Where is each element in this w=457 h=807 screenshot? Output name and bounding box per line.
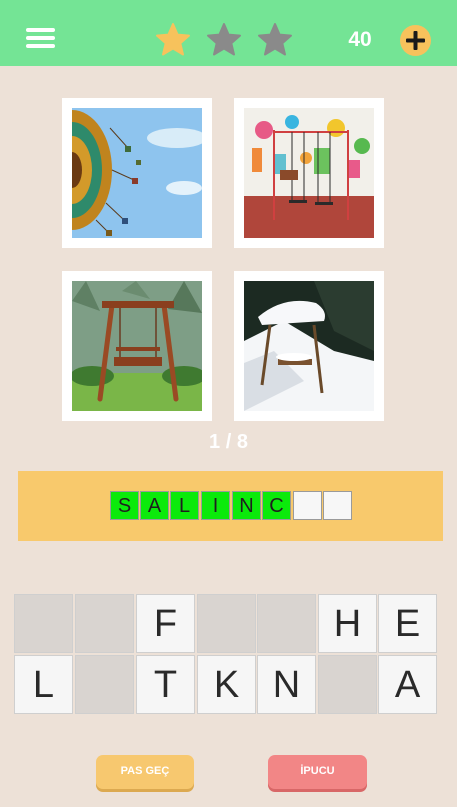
answer-slot-empty[interactable]	[323, 491, 352, 520]
playground-swing-image	[244, 108, 374, 238]
letter-tile[interactable]: A	[378, 655, 437, 714]
letter-tile-used	[75, 655, 134, 714]
answer-slot[interactable]: I	[201, 491, 230, 520]
coin-count: 40	[348, 28, 372, 51]
level-progress: 1 / 8	[209, 431, 248, 453]
answer-slot[interactable]: C	[262, 491, 291, 520]
letter-tile-used	[75, 594, 134, 653]
letter-tile[interactable]: H	[318, 594, 377, 653]
puzzle-image-carousel	[62, 98, 212, 248]
answer-slot-empty[interactable]	[293, 491, 322, 520]
letter-tile-used	[257, 594, 316, 653]
letter-tile[interactable]: T	[136, 655, 195, 714]
puzzle-image-playground-swing	[234, 98, 384, 248]
letter-tile-used	[197, 594, 256, 653]
star-icon-empty	[207, 23, 241, 56]
puzzle-image-snow-swing	[234, 271, 384, 421]
star-icon-empty	[258, 23, 292, 56]
letter-tile[interactable]: F	[136, 594, 195, 653]
letter-tile[interactable]: E	[378, 594, 437, 653]
skip-button[interactable]: PAS GEÇ	[96, 755, 194, 789]
letter-tile-used	[14, 594, 73, 653]
answer-panel	[18, 471, 443, 541]
wooden-swing-image	[72, 281, 202, 411]
star-icon-filled	[156, 23, 190, 56]
menu-icon[interactable]	[26, 28, 56, 50]
snow-swing-image	[244, 281, 374, 411]
letter-tile-used	[318, 655, 377, 714]
letter-tile[interactable]: K	[197, 655, 256, 714]
answer-slot[interactable]: A	[140, 491, 169, 520]
top-bar: 40	[0, 0, 457, 66]
answer-slot[interactable]: L	[170, 491, 199, 520]
plus-icon	[406, 31, 425, 50]
answer-slot[interactable]: S	[110, 491, 139, 520]
carousel-image	[72, 108, 202, 238]
puzzle-image-wooden-swing	[62, 271, 212, 421]
letter-tile[interactable]: L	[14, 655, 73, 714]
hint-button[interactable]: İPUCU	[268, 755, 367, 789]
add-coins-button[interactable]	[400, 25, 431, 56]
answer-slot[interactable]: N	[232, 491, 261, 520]
letter-tile[interactable]: N	[257, 655, 316, 714]
